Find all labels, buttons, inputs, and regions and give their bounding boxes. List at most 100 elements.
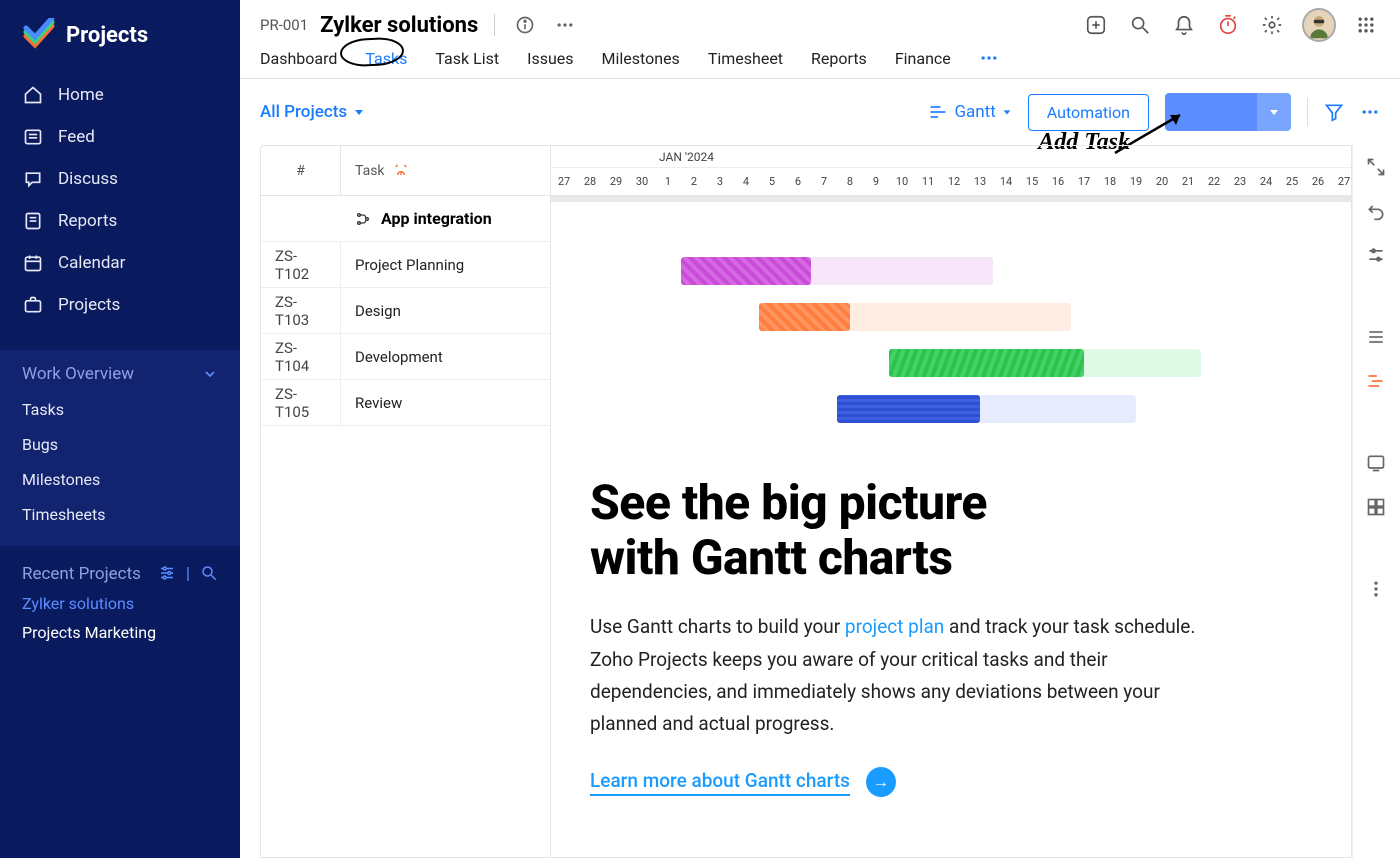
timeline-day: 28 (577, 168, 603, 195)
more-vertical-icon[interactable] (1366, 579, 1388, 601)
project-prefix: PR-001 (260, 16, 308, 34)
timeline-day: 17 (1071, 168, 1097, 195)
all-projects-dropdown[interactable]: All Projects (260, 102, 365, 122)
list-icon[interactable] (1366, 327, 1388, 349)
timeline-day: 14 (993, 168, 1019, 195)
nav-label: Reports (58, 211, 117, 231)
nav-home[interactable]: Home (0, 74, 240, 116)
gantt-bar-progress[interactable] (837, 395, 980, 423)
nav-discuss[interactable]: Discuss (0, 158, 240, 200)
view-label: Gantt (954, 102, 995, 122)
nav-reports[interactable]: Reports (0, 200, 240, 242)
undo-icon[interactable] (1366, 201, 1388, 223)
add-task-dropdown[interactable] (1257, 93, 1291, 131)
timeline-days: 2728293012345678910111213141516171819202… (551, 168, 1351, 196)
timeline-day: 16 (1045, 168, 1071, 195)
section-title: Recent Projects (22, 564, 141, 584)
nav-primary: Home Feed Discuss Reports Calendar Proje… (0, 74, 240, 340)
col-header-task-label: Task (355, 163, 385, 179)
tab-tasklist[interactable]: Task List (435, 49, 499, 68)
titlebar: PR-001 Zylker solutions (240, 0, 1400, 42)
nav-calendar[interactable]: Calendar (0, 242, 240, 284)
timeline-day: 5 (759, 168, 785, 195)
calendar-icon (22, 252, 44, 274)
grid-layout-icon[interactable] (1366, 497, 1388, 519)
table-row[interactable]: ZS-T104Development (261, 334, 550, 380)
nav-label: Projects (58, 295, 120, 315)
arrow-right-icon[interactable]: → (866, 767, 896, 797)
table-row[interactable]: ZS-T105Review (261, 380, 550, 426)
add-task-button[interactable] (1165, 93, 1291, 131)
timeline-day: 27 (551, 168, 577, 195)
home-icon (22, 84, 44, 106)
screen-icon[interactable] (1366, 453, 1388, 475)
col-header-num: # (261, 146, 341, 195)
tab-issues[interactable]: Issues (527, 49, 573, 68)
alarm-icon[interactable] (393, 163, 409, 179)
tab-reports[interactable]: Reports (811, 49, 867, 68)
toolbar: All Projects Gantt Automation Add Task (240, 79, 1400, 145)
settings-sliders-icon[interactable] (158, 564, 176, 584)
add-icon[interactable] (1082, 11, 1110, 39)
tab-milestones[interactable]: Milestones (602, 49, 680, 68)
filter-icon[interactable] (1324, 102, 1344, 122)
table-row[interactable]: ZS-T103Design (261, 288, 550, 334)
group-name: App integration (381, 209, 492, 228)
project-plan-link[interactable]: project plan (845, 615, 944, 638)
settings-sliders-icon[interactable] (1366, 245, 1388, 267)
overview-timesheets[interactable]: Timesheets (0, 497, 240, 532)
app-logo[interactable]: Projects (0, 0, 240, 74)
task-group-row[interactable]: App integration (261, 196, 550, 242)
gantt-view-icon[interactable] (1366, 371, 1388, 393)
task-id: ZS-T103 (261, 288, 341, 333)
timeline-day: 10 (889, 168, 915, 195)
tab-tasks[interactable]: Tasks (365, 49, 407, 68)
gantt-bar-progress[interactable] (889, 349, 1084, 377)
overview-bugs[interactable]: Bugs (0, 427, 240, 462)
recent-project-zylker[interactable]: Zylker solutions (22, 584, 218, 613)
tab-dashboard[interactable]: Dashboard (260, 49, 337, 68)
work-overview-header[interactable]: Work Overview (0, 364, 240, 392)
tabbar: Dashboard Tasks Task List Issues Milesto… (240, 42, 1400, 79)
search-icon[interactable] (200, 564, 218, 584)
apps-grid-icon[interactable] (1352, 11, 1380, 39)
expand-icon[interactable] (1366, 157, 1388, 179)
more-horizontal-icon[interactable] (551, 11, 579, 39)
chat-icon (22, 168, 44, 190)
table-row[interactable]: ZS-T102Project Planning (261, 242, 550, 288)
nav-projects[interactable]: Projects (0, 284, 240, 326)
add-task-main[interactable] (1165, 93, 1257, 131)
sidebar: Projects Home Feed Discuss Reports Calen… (0, 0, 240, 858)
timeline-day: 11 (915, 168, 941, 195)
timeline-day: 2 (681, 168, 707, 195)
search-icon[interactable] (1126, 11, 1154, 39)
nav-label: Discuss (58, 169, 118, 189)
learn-more-link[interactable]: Learn more about Gantt charts (590, 769, 850, 796)
gantt-bar-progress[interactable] (681, 257, 811, 285)
info-icon[interactable] (511, 11, 539, 39)
avatar[interactable] (1302, 8, 1336, 42)
marketing-title: See the big picture with Gantt charts (590, 475, 1320, 585)
overview-milestones[interactable]: Milestones (0, 462, 240, 497)
more-tabs-icon[interactable] (979, 48, 999, 68)
automation-button[interactable]: Automation (1028, 94, 1149, 131)
nav-feed[interactable]: Feed (0, 116, 240, 158)
tab-finance[interactable]: Finance (895, 49, 951, 68)
gantt-bar-progress[interactable] (759, 303, 850, 331)
overview-tasks[interactable]: Tasks (0, 392, 240, 427)
bell-icon[interactable] (1170, 11, 1198, 39)
toolbar-right: Gantt Automation Add Task (928, 93, 1380, 131)
tab-timesheet[interactable]: Timesheet (708, 49, 783, 68)
task-id: ZS-T105 (261, 380, 341, 425)
timeline-day: 18 (1097, 168, 1123, 195)
recent-project-marketing[interactable]: Projects Marketing (22, 613, 218, 642)
more-options-icon[interactable] (1360, 102, 1380, 122)
timer-icon[interactable] (1214, 11, 1242, 39)
view-select-gantt[interactable]: Gantt (928, 102, 1011, 122)
marketing-overlay: See the big picture with Gantt charts Us… (570, 455, 1340, 817)
marketing-para: Use Gantt charts to build your project p… (590, 611, 1210, 740)
timeline-day: 21 (1175, 168, 1201, 195)
work-overview-section: Work Overview Tasks Bugs Milestones Time… (0, 350, 240, 546)
gear-icon[interactable] (1258, 11, 1286, 39)
branch-icon (355, 211, 371, 227)
